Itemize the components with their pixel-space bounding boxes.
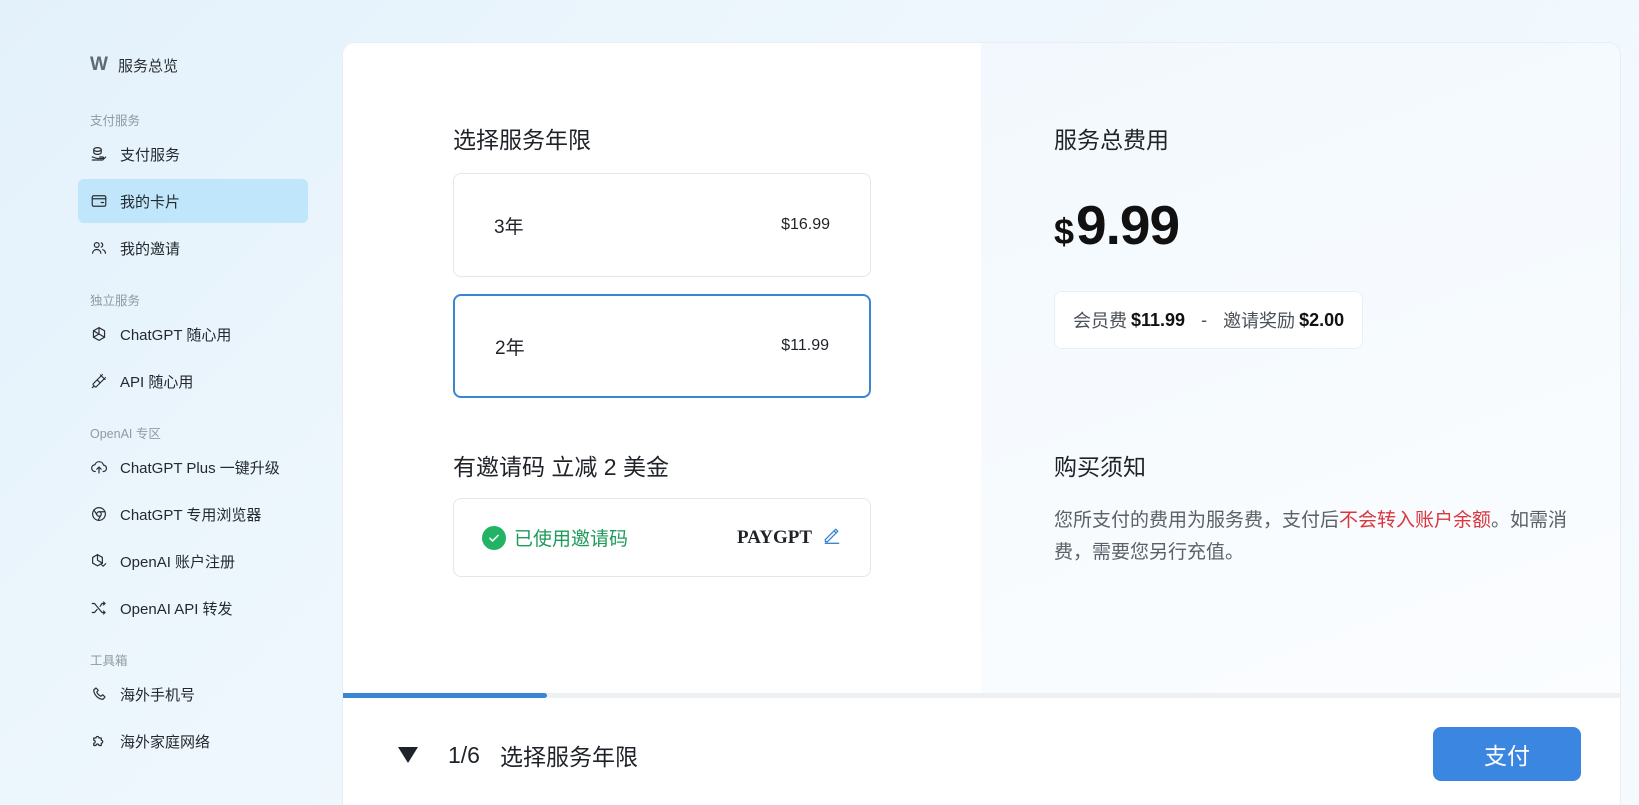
notice-text-before: 您所支付的费用为服务费，支付后 — [1054, 510, 1340, 531]
phone-icon — [90, 685, 120, 703]
member-fee-value: $11.99 — [1131, 309, 1186, 330]
sidebar-item-label: 海外手机号 — [120, 686, 196, 704]
total-price: $ 9.99 — [1054, 193, 1180, 257]
plan-price: $16.99 — [781, 216, 830, 233]
invite-code-value: PAYGPT — [737, 526, 812, 548]
invite-code-box: 已使用邀请码 PAYGPT — [453, 498, 871, 577]
wallet-icon — [90, 192, 120, 210]
openai-register-icon — [90, 552, 120, 570]
shuffle-icon — [90, 599, 120, 617]
plan-title: 选择服务年限 — [453, 127, 591, 153]
caret-down-icon — [398, 747, 418, 763]
openai-icon — [90, 325, 120, 343]
sidebar-item-chatgpt-anytime[interactable]: ChatGPT 随心用 — [78, 312, 308, 356]
checkout-footer: 1/6 选择服务年限 支付 — [343, 698, 1620, 805]
sidebar: W 服务总览 支付服务 支付服务 我的卡片 我的邀请 独立服务 ChatGPT … — [78, 40, 308, 766]
sidebar-item-label: ChatGPT 随心用 — [120, 326, 232, 344]
step-label: 选择服务年限 — [499, 744, 638, 770]
sidebar-item-payment-service[interactable]: 支付服务 — [78, 132, 308, 176]
notice-title: 购买须知 — [1054, 454, 1146, 480]
sidebar-item-overseas-home-network[interactable]: 海外家庭网络 — [78, 719, 308, 763]
sidebar-item-chatgpt-browser[interactable]: ChatGPT 专用浏览器 — [78, 492, 308, 536]
sidebar-item-api-anytime[interactable]: API 随心用 — [78, 359, 308, 403]
breakdown-separator: - — [1201, 309, 1208, 330]
edit-pencil-icon[interactable] — [812, 525, 842, 551]
invite-reward-value: $2.00 — [1299, 309, 1345, 330]
sidebar-item-overseas-phone[interactable]: 海外手机号 — [78, 672, 308, 716]
section-title-toolbox: 工具箱 — [90, 654, 128, 668]
section-title-standalone: 独立服务 — [90, 294, 141, 308]
plan-option-2-years[interactable]: 2年 $11.99 — [453, 294, 871, 398]
sidebar-item-openai-api-relay[interactable]: OpenAI API 转发 — [78, 586, 308, 630]
sidebar-item-my-cards[interactable]: 我的卡片 — [78, 179, 308, 223]
sidebar-item-label: 海外家庭网络 — [120, 733, 211, 751]
member-fee-label: 会员费 — [1073, 311, 1127, 331]
invite-title: 有邀请码 立减 2 美金 — [453, 454, 669, 480]
invite-reward-label: 邀请奖励 — [1223, 311, 1296, 331]
plan-years: 2年 — [495, 337, 525, 359]
sidebar-item-label: 我的邀请 — [120, 240, 181, 258]
coin-stack-icon — [90, 145, 120, 163]
pay-button[interactable]: 支付 — [1433, 727, 1581, 781]
summary-title: 服务总费用 — [1054, 127, 1169, 153]
plan-selection-pane: 选择服务年限 3年 $16.99 2年 $11.99 有邀请码 立减 2 美金 … — [343, 43, 981, 693]
users-icon — [90, 239, 120, 257]
notice-warning: 不会转入账户余额 — [1339, 510, 1492, 531]
notice-text: 您所支付的费用为服务费，支付后不会转入账户余额。如需消费，需要您另行充值。 — [1054, 505, 1574, 569]
sidebar-item-openai-register[interactable]: OpenAI 账户注册 — [78, 539, 308, 583]
summary-pane: 服务总费用 $ 9.99 会员费 $11.99 - 邀请奖励 $2.00 购买须… — [981, 43, 1620, 693]
invite-status: 已使用邀请码 — [482, 524, 628, 551]
brand-logo: W — [90, 54, 108, 75]
step-count: 1/6 — [448, 741, 480, 768]
sidebar-item-plus-upgrade[interactable]: ChatGPT Plus 一键升级 — [78, 445, 308, 489]
step-indicator[interactable]: 1/6 选择服务年限 — [398, 738, 638, 772]
cloud-upload-icon — [90, 458, 120, 476]
puzzle-icon — [90, 732, 120, 750]
check-circle-icon — [482, 525, 506, 550]
sidebar-item-label: 我的卡片 — [120, 193, 181, 211]
sidebar-item-label: OpenAI API 转发 — [120, 600, 233, 618]
invite-status-text: 已使用邀请码 — [514, 529, 629, 550]
invite-code: PAYGPT — [737, 525, 842, 551]
section-title-payment: 支付服务 — [90, 114, 141, 128]
sidebar-item-label: ChatGPT Plus 一键升级 — [120, 459, 280, 477]
sidebar-item-label: API 随心用 — [120, 373, 194, 391]
section-title-openai: OpenAI 专区 — [90, 427, 161, 441]
total-currency: $ — [1054, 211, 1075, 252]
plan-option-3-years[interactable]: 3年 $16.99 — [453, 173, 871, 277]
total-value: 9.99 — [1076, 194, 1180, 256]
plug-icon — [90, 372, 120, 390]
checkout-card: 选择服务年限 3年 $16.99 2年 $11.99 有邀请码 立减 2 美金 … — [343, 43, 1620, 805]
price-breakdown: 会员费 $11.99 - 邀请奖励 $2.00 — [1054, 291, 1364, 349]
sidebar-item-label: 支付服务 — [120, 146, 181, 164]
sidebar-item-label: OpenAI 账户注册 — [120, 553, 236, 571]
brand-name: 服务总览 — [118, 57, 179, 75]
sidebar-item-my-invites[interactable]: 我的邀请 — [78, 226, 308, 270]
browser-icon — [90, 505, 120, 523]
plan-price: $11.99 — [781, 337, 829, 354]
plan-years: 3年 — [494, 216, 524, 238]
sidebar-item-label: ChatGPT 专用浏览器 — [120, 506, 262, 524]
brand[interactable]: W 服务总览 — [78, 40, 308, 90]
